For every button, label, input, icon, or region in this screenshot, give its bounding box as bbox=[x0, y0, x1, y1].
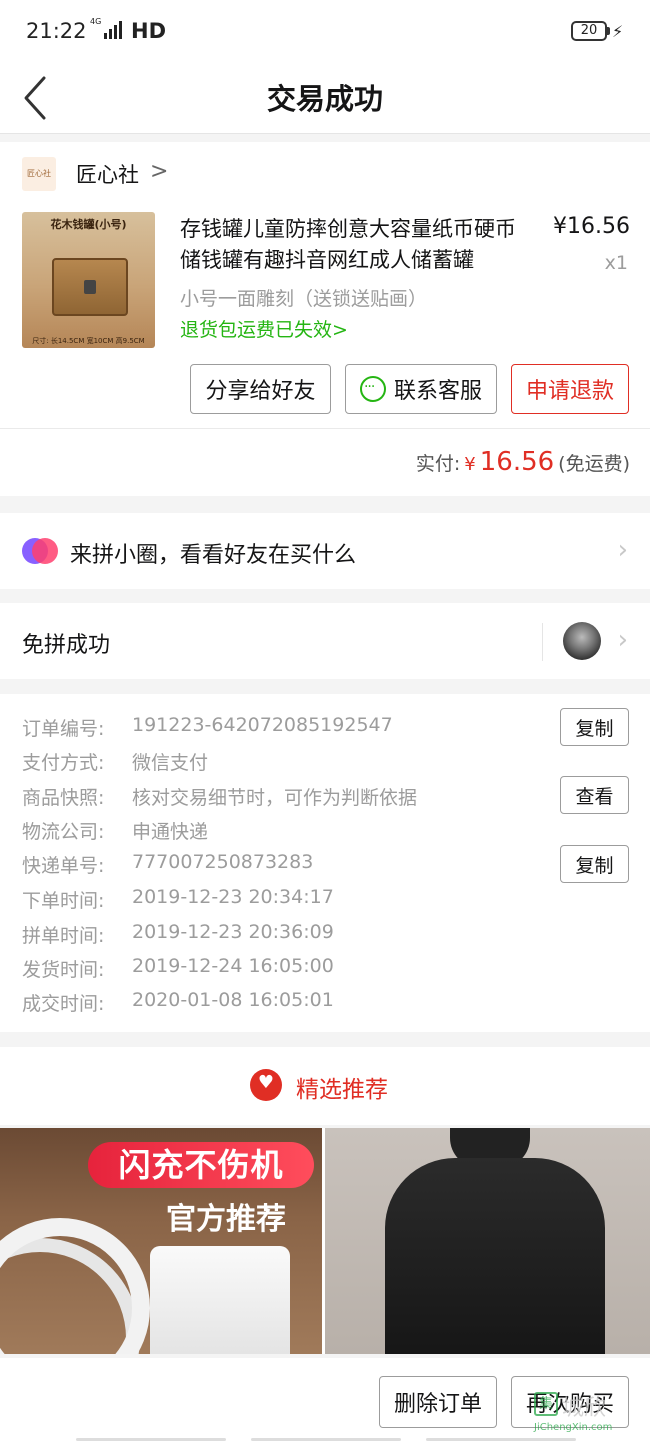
info-value: 2019-12-24 16:05:00 bbox=[132, 955, 334, 977]
chevron-right-icon: › bbox=[617, 625, 628, 655]
shop-row[interactable]: 匠心社 匠心社 > bbox=[0, 142, 650, 206]
product-spec: 小号一面雕刻（送锁送贴画） bbox=[180, 288, 428, 310]
lock-icon bbox=[84, 280, 96, 294]
snapshot-row: 商品快照: 核对交易细节时，可作为判断依据 bbox=[22, 783, 417, 810]
info-value: 微信支付 bbox=[132, 752, 209, 774]
info-label: 物流公司: bbox=[22, 821, 105, 843]
info-label: 支付方式: bbox=[22, 752, 105, 774]
battery-tip bbox=[607, 27, 610, 35]
signal-icon: 4G bbox=[90, 17, 122, 39]
order-number-row: 订单编号: 191223-642072085192547 bbox=[22, 714, 393, 741]
recommend-title: 精选推荐 bbox=[296, 1077, 388, 1103]
product-title[interactable]: 存钱罐儿童防摔创意大容量纸币硬币储钱罐有趣抖音网红成人储蓄罐 bbox=[180, 214, 530, 276]
watermark-logo: 集 bbox=[534, 1392, 558, 1416]
recommend-item-charger[interactable]: 闪充不伤机 官方推荐 bbox=[0, 1128, 322, 1354]
avatar[interactable] bbox=[563, 622, 601, 660]
copy-tracking-number-button[interactable]: 复制 bbox=[560, 845, 629, 883]
battery-level: 20 bbox=[580, 23, 598, 38]
bottom-action-bar: 删除订单 再次购买 集 城欣 JiChengXin.com bbox=[0, 1358, 650, 1444]
info-value: 2020-01-08 16:05:01 bbox=[132, 989, 334, 1011]
info-label: 商品快照: bbox=[22, 787, 105, 809]
info-value: 2019-12-23 20:34:17 bbox=[132, 886, 334, 908]
watermark: 集 城欣 JiChengXin.com bbox=[520, 1388, 648, 1438]
promo-subtitle: 官方推荐 bbox=[166, 1202, 286, 1237]
chevron-right-icon: › bbox=[617, 535, 628, 565]
order-card: 匠心社 匠心社 > 花木钱罐(小号) 尺寸: 长14.5CM 宽10CM 高9.… bbox=[0, 142, 650, 496]
info-label: 订单编号: bbox=[22, 718, 105, 740]
shipping-note: (免运费) bbox=[558, 453, 630, 475]
group-time-row: 拼单时间: 2019-12-23 20:36:09 bbox=[22, 921, 334, 948]
recommend-header: 精选推荐 bbox=[0, 1047, 650, 1125]
product-image[interactable]: 花木钱罐(小号) 尺寸: 长14.5CM 宽10CM 高9.5CM bbox=[22, 212, 155, 348]
order-info-card: 订单编号: 191223-642072085192547 复制 支付方式: 微信… bbox=[0, 694, 650, 1032]
divider bbox=[0, 428, 650, 429]
shop-name[interactable]: 匠心社 bbox=[76, 159, 139, 189]
contact-label: 联系客服 bbox=[393, 379, 482, 404]
home-indicator bbox=[76, 1438, 576, 1442]
battery-icon: 20 bbox=[571, 21, 607, 41]
nav-bar: 交易成功 bbox=[0, 62, 650, 134]
order-time-row: 下单时间: 2019-12-23 20:34:17 bbox=[22, 886, 334, 913]
page-title: 交易成功 bbox=[266, 82, 383, 116]
product-image-footer: 尺寸: 长14.5CM 宽10CM 高9.5CM bbox=[32, 337, 145, 345]
status-time: 21:22 bbox=[26, 19, 87, 43]
chevron-right-icon: > bbox=[150, 159, 169, 184]
payment-method-row: 支付方式: 微信支付 bbox=[22, 748, 208, 775]
refund-label: 申请退款 bbox=[525, 379, 614, 404]
circle-logo-icon bbox=[22, 538, 58, 564]
ship-time-row: 发货时间: 2019-12-24 16:05:00 bbox=[22, 955, 334, 982]
chat-icon bbox=[359, 376, 386, 402]
group-status-row[interactable]: 免拼成功 › bbox=[0, 603, 650, 679]
paid-currency: ¥ bbox=[464, 454, 476, 475]
friend-circle-text: 来拼小圈，看看好友在买什么 bbox=[70, 543, 357, 568]
cable-graphic bbox=[0, 1218, 150, 1354]
info-label: 下单时间: bbox=[22, 890, 105, 912]
group-status-text: 免拼成功 bbox=[22, 633, 111, 658]
watermark-text: 城欣 bbox=[562, 1396, 607, 1421]
info-value: 777007250873283 bbox=[132, 851, 314, 873]
info-value: 2019-12-23 20:36:09 bbox=[132, 921, 334, 943]
logistics-company-row: 物流公司: 申通快递 bbox=[22, 817, 208, 844]
shop-logo: 匠心社 bbox=[22, 157, 56, 191]
heart-icon bbox=[250, 1069, 282, 1101]
charging-icon: ⚡ bbox=[612, 22, 624, 41]
copy-order-number-button[interactable]: 复制 bbox=[560, 708, 629, 746]
status-bar: 21:22 4G HD 20 ⚡ bbox=[0, 0, 650, 62]
share-label: 分享给好友 bbox=[205, 379, 316, 404]
info-value: 申通快递 bbox=[132, 821, 209, 843]
product-price: ¥16.56 bbox=[553, 214, 630, 239]
view-snapshot-button[interactable]: 查看 bbox=[560, 776, 629, 814]
complete-time-row: 成交时间: 2020-01-08 16:05:01 bbox=[22, 989, 334, 1016]
promo-banner: 闪充不伤机 bbox=[88, 1142, 314, 1188]
recommend-item-jacket[interactable] bbox=[325, 1128, 650, 1354]
info-label: 拼单时间: bbox=[22, 925, 105, 947]
info-value: 核对交易细节时，可作为判断依据 bbox=[132, 787, 418, 809]
product-quantity: x1 bbox=[604, 252, 628, 274]
network-type: 4G bbox=[90, 17, 102, 26]
charger-graphic bbox=[150, 1246, 290, 1354]
product-image-label: 花木钱罐(小号) bbox=[50, 218, 127, 231]
info-label: 成交时间: bbox=[22, 993, 105, 1015]
hd-indicator: HD bbox=[131, 19, 167, 43]
info-value: 191223-642072085192547 bbox=[132, 714, 393, 736]
refund-button[interactable]: 申请退款 bbox=[511, 364, 629, 414]
return-shipping-note[interactable]: 退货包运费已失效> bbox=[180, 315, 348, 342]
watermark-domain: JiChengXin.com bbox=[534, 1422, 613, 1433]
jacket-graphic bbox=[385, 1158, 605, 1354]
info-label: 快递单号: bbox=[22, 855, 105, 877]
contact-service-button[interactable]: 联系客服 bbox=[345, 364, 497, 414]
recommend-grid: 闪充不伤机 官方推荐 bbox=[0, 1128, 650, 1354]
share-button[interactable]: 分享给好友 bbox=[190, 364, 331, 414]
info-label: 发货时间: bbox=[22, 959, 105, 981]
friend-circle-row[interactable]: 来拼小圈，看看好友在买什么 › bbox=[0, 513, 650, 589]
delete-order-button[interactable]: 删除订单 bbox=[379, 1376, 497, 1428]
tracking-number-row: 快递单号: 777007250873283 bbox=[22, 851, 313, 878]
paid-label: 实付: bbox=[415, 453, 461, 475]
paid-amount: 16.56 bbox=[479, 447, 555, 477]
divider bbox=[542, 623, 543, 661]
paid-row: 实付: ¥ 16.56 (免运费) bbox=[416, 447, 630, 477]
